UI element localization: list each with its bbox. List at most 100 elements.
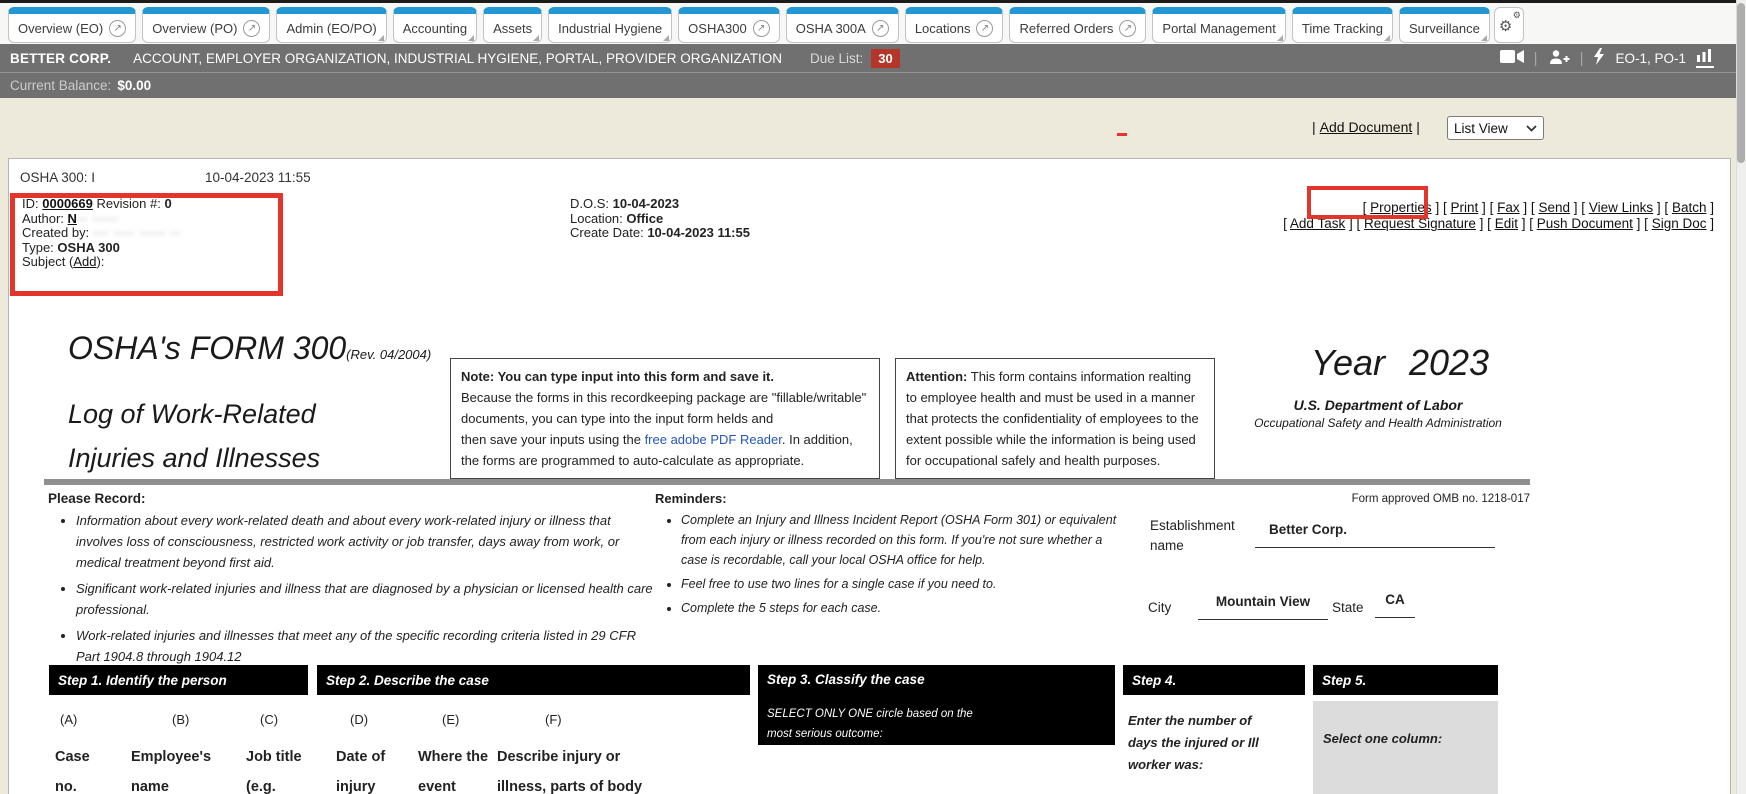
actions-row-1: [ Properties ] [ Print ] [ Fax ] [ Send … (1283, 200, 1714, 216)
dept-of-labor: U.S. Department of Labor (1236, 397, 1520, 413)
action-link[interactable]: Add Task (1290, 216, 1345, 231)
action-link[interactable]: View Links (1589, 200, 1653, 215)
document-actions: [ Properties ] [ Print ] [ Fax ] [ Send … (1283, 200, 1714, 232)
reminder-bullet: Feel free to use two lines for a single … (681, 574, 1120, 594)
step5-instruction: Select one column: (1313, 701, 1498, 746)
subject-add-link[interactable]: Add (73, 254, 96, 269)
add-person-icon[interactable] (1548, 49, 1570, 68)
document-id-link[interactable]: 0000669 (42, 196, 93, 211)
separator: | (1416, 119, 1420, 135)
document-meta-block: ID: 0000669 Revision #: 0 Author: N·· ··… (22, 197, 181, 270)
tab[interactable]: OSHA300 ↗ (678, 7, 780, 43)
please-record-bullet: Work-related injuries and illnesses that… (76, 625, 654, 667)
step1-header: Step 1. Identify the person (49, 665, 308, 695)
tab-label: Referred Orders (1019, 21, 1113, 36)
tab-fold-icon (378, 35, 384, 41)
action-link[interactable]: Properties (1370, 200, 1432, 215)
tab[interactable]: Referred Orders ↗ (1009, 7, 1146, 43)
settings-gears-button[interactable]: ⚙ ⚙ (1494, 7, 1524, 43)
account-header-bar: BETTER CORP. ACCOUNT, EMPLOYER ORGANIZAT… (0, 44, 1746, 72)
reminder-bullet: Complete the 5 steps for each case. (681, 598, 1120, 618)
add-document-link[interactable]: Add Document (1320, 119, 1413, 135)
column-letter-b: (B) (172, 712, 189, 727)
action-link[interactable]: Print (1451, 200, 1479, 215)
step5-header: Step 5. (1313, 665, 1498, 695)
state-field[interactable]: CA (1375, 592, 1415, 618)
tab[interactable]: OSHA 300A ↗ (786, 7, 899, 43)
external-link-icon[interactable]: ↗ (872, 20, 889, 37)
action-link[interactable]: Edit (1495, 216, 1518, 231)
tab[interactable]: Portal Management ↗ (1152, 7, 1285, 43)
tab[interactable]: Overview (EO) ↗ (8, 7, 136, 43)
action-link[interactable]: Send (1538, 200, 1570, 215)
subject-row: Subject (Add): (22, 255, 181, 270)
redacted-created-by: ··· ···· ····· ·· (93, 225, 181, 240)
module-list: ACCOUNT, EMPLOYER ORGANIZATION, INDUSTRI… (133, 51, 782, 66)
tab-label: Admin (EO/PO) (286, 21, 376, 36)
tab[interactable]: Admin (EO/PO) ↗ (276, 7, 386, 43)
document-datetime: 10-04-2023 11:55 (205, 170, 311, 185)
tab-fold-icon (663, 35, 669, 41)
balance-value: $0.00 (117, 78, 151, 93)
city-field[interactable]: Mountain View (1198, 594, 1328, 620)
step5-select-box: Select one column: (1313, 701, 1498, 794)
location-row: Location: Office (570, 212, 750, 227)
divider: | (1534, 50, 1538, 67)
action-link[interactable]: Fax (1497, 200, 1520, 215)
step4-instruction: Enter the number of days the injured or … (1128, 710, 1259, 776)
vertical-scrollbar[interactable] (1736, 0, 1746, 794)
year-heading: Year2023 (1280, 342, 1520, 384)
tab[interactable]: Industrial Hygiene ↗ (548, 7, 672, 43)
tab-fold-icon (468, 35, 474, 41)
column-label-describe: Describe injury orillness, parts of body (497, 742, 642, 794)
tab-strip: Overview (EO) ↗ Overview (PO) ↗ Admin (E… (0, 3, 1490, 43)
tab[interactable]: Assets ↗ (483, 7, 542, 43)
action-link[interactable]: Sign Doc (1652, 216, 1707, 231)
due-list-label: Due List: (810, 51, 863, 66)
reminders-heading: Reminders: (655, 491, 727, 506)
action-link[interactable]: Batch (1672, 200, 1707, 215)
bar-chart-icon[interactable] (1696, 48, 1714, 68)
column-letter-a: (A) (60, 712, 77, 727)
external-link-icon[interactable]: ↗ (243, 20, 260, 37)
pdf-reader-link[interactable]: free adobe PDF Reader (645, 432, 782, 447)
author-link[interactable]: N (68, 211, 77, 226)
video-camera-icon[interactable] (1500, 49, 1524, 67)
tab-label: Overview (EO) (18, 21, 103, 36)
column-label-employee: Employee'sname (131, 742, 211, 794)
tab[interactable]: Locations ↗ (905, 7, 1004, 43)
document-title: OSHA 300: I (20, 170, 95, 185)
column-label-where: Where theevent (418, 742, 488, 794)
lightning-bolt-icon[interactable] (1593, 48, 1605, 68)
tab[interactable]: Time Tracking ↗ (1292, 7, 1393, 43)
establishment-name-field[interactable]: Better Corp. (1255, 522, 1495, 548)
reminders-list: Complete an Injury and Illness Incident … (668, 510, 1120, 622)
external-link-icon[interactable]: ↗ (976, 20, 993, 37)
external-link-icon[interactable]: ↗ (753, 20, 770, 37)
action-link[interactable]: Request Signature (1364, 216, 1476, 231)
column-letter-e: (E) (442, 712, 459, 727)
tab-label: Overview (PO) (152, 21, 237, 36)
tab[interactable]: Overview (PO) ↗ (142, 7, 270, 43)
due-list-count-badge[interactable]: 30 (871, 49, 899, 68)
tab-label: OSHA300 (688, 21, 747, 36)
session-label: EO-1, PO-1 (1615, 51, 1686, 66)
tab-label: Accounting (403, 21, 467, 36)
tab-label: Locations (915, 21, 971, 36)
tab[interactable]: Surveillance ↗ (1399, 7, 1490, 43)
scrollbar-thumb[interactable] (1737, 3, 1745, 163)
step2-header: Step 2. Describe the case (317, 665, 750, 695)
action-link[interactable]: Push Document (1537, 216, 1633, 231)
external-link-icon[interactable]: ↗ (1119, 20, 1136, 37)
step4-header: Step 4. (1123, 665, 1305, 695)
city-label: City (1148, 600, 1171, 615)
separator: | (1312, 119, 1316, 135)
tab-label: Assets (493, 21, 532, 36)
view-mode-select[interactable]: List View (1447, 116, 1544, 140)
please-record-heading: Please Record: (48, 491, 146, 506)
created-by-row: Created by: ··· ···· ····· ·· (22, 226, 181, 241)
year-value: 2023 (1409, 342, 1489, 383)
tab[interactable]: Accounting ↗ (393, 7, 477, 43)
external-link-icon[interactable]: ↗ (109, 20, 126, 37)
company-name: BETTER CORP. (10, 51, 111, 66)
